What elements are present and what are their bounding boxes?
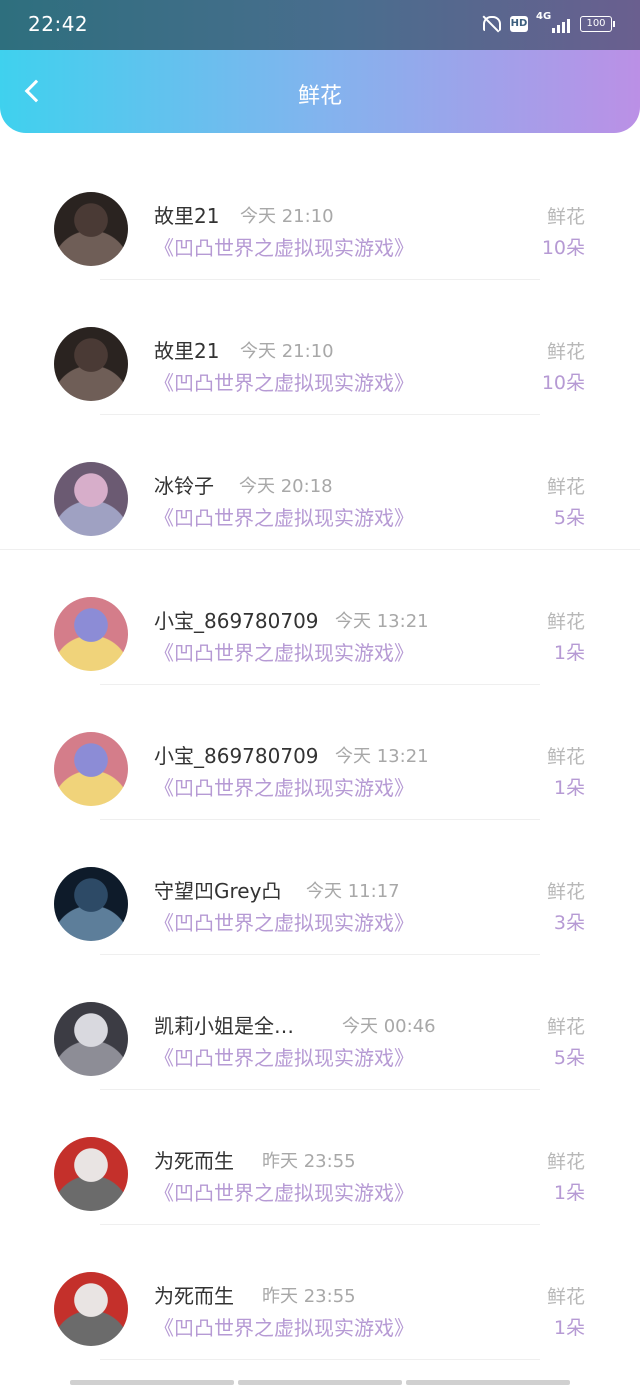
gift-count: 1朵 [553, 1317, 585, 1339]
gift-count: 5朵 [553, 507, 585, 529]
timestamp: 今天 13:21 [335, 746, 429, 767]
book-title[interactable]: 《凹凸世界之虚拟现实游戏》 [154, 502, 414, 531]
flower-record-list: 故里21 今天 21:10 《凹凸世界之虚拟现实游戏》 鲜花 10朵 故里21 … [0, 145, 640, 1360]
gift-label: 鲜花 [546, 611, 585, 633]
avatar[interactable] [54, 732, 128, 806]
book-title[interactable]: 《凹凸世界之虚拟现实游戏》 [154, 637, 414, 666]
gift-label: 鲜花 [546, 881, 585, 903]
book-title[interactable]: 《凹凸世界之虚拟现实游戏》 [154, 1177, 414, 1206]
book-title[interactable]: 《凹凸世界之虚拟现实游戏》 [154, 907, 414, 936]
user-name: 小宝_869780709 [154, 744, 319, 768]
hd-icon: HD [510, 16, 528, 32]
user-name: 守望凹Grey凸 [154, 879, 282, 903]
network-type: 4G [536, 11, 552, 22]
timestamp: 今天 00:46 [342, 1016, 436, 1037]
timestamp: 昨天 23:55 [262, 1151, 356, 1172]
user-name: 小宝_869780709 [154, 609, 319, 633]
timestamp: 今天 21:10 [240, 206, 334, 227]
divider [100, 1359, 540, 1360]
avatar[interactable] [54, 192, 128, 266]
gift-count: 1朵 [553, 777, 585, 799]
gift-label: 鲜花 [546, 341, 585, 363]
book-title[interactable]: 《凹凸世界之虚拟现实游戏》 [154, 232, 414, 261]
gift-label: 鲜花 [546, 1151, 585, 1173]
bottom-scroll-indicator [70, 1380, 570, 1385]
user-name: 凯莉小姐是全… [154, 1014, 294, 1038]
list-item[interactable]: 故里21 今天 21:10 《凹凸世界之虚拟现实游戏》 鲜花 10朵 [0, 145, 640, 280]
avatar[interactable] [54, 327, 128, 401]
timestamp: 今天 13:21 [335, 611, 429, 632]
list-item[interactable]: 冰铃子 今天 20:18 《凹凸世界之虚拟现实游戏》 鲜花 5朵 [0, 415, 640, 550]
avatar[interactable] [54, 597, 128, 671]
user-name: 冰铃子 [154, 474, 214, 498]
gift-count: 1朵 [553, 642, 585, 664]
book-title[interactable]: 《凹凸世界之虚拟现实游戏》 [154, 772, 414, 801]
timestamp: 昨天 23:55 [262, 1286, 356, 1307]
gift-label: 鲜花 [546, 476, 585, 498]
gift-count: 1朵 [553, 1182, 585, 1204]
gift-count: 10朵 [541, 372, 585, 394]
gift-count: 10朵 [541, 237, 585, 259]
list-item[interactable]: 故里21 今天 21:10 《凹凸世界之虚拟现实游戏》 鲜花 10朵 [0, 280, 640, 415]
avatar[interactable] [54, 462, 128, 536]
list-item[interactable]: 为死而生 昨天 23:55 《凹凸世界之虚拟现实游戏》 鲜花 1朵 [0, 1090, 640, 1225]
book-title[interactable]: 《凹凸世界之虚拟现实游戏》 [154, 1312, 414, 1341]
gift-count: 3朵 [553, 912, 585, 934]
battery-icon: 100 [580, 16, 615, 32]
status-icons: HD 4G 100 [480, 11, 615, 34]
page-title: 鲜花 [297, 84, 342, 109]
gift-count: 5朵 [553, 1047, 585, 1069]
user-name: 为死而生 [154, 1284, 234, 1308]
signal-icon: 4G [536, 11, 570, 33]
title-bar: 鲜花 [0, 50, 640, 133]
status-bar: 22:42 HD 4G 100 [0, 0, 640, 50]
gift-label: 鲜花 [546, 1016, 585, 1038]
status-time: 22:42 [28, 12, 89, 36]
list-item[interactable]: 小宝_869780709 今天 13:21 《凹凸世界之虚拟现实游戏》 鲜花 1… [0, 685, 640, 820]
timestamp: 今天 20:18 [239, 476, 333, 497]
avatar[interactable] [54, 867, 128, 941]
list-item[interactable]: 小宝_869780709 今天 13:21 《凹凸世界之虚拟现实游戏》 鲜花 1… [0, 550, 640, 685]
avatar[interactable] [54, 1272, 128, 1346]
user-name: 故里21 [154, 339, 220, 363]
book-title[interactable]: 《凹凸世界之虚拟现实游戏》 [154, 367, 414, 396]
gift-label: 鲜花 [546, 1286, 585, 1308]
avatar[interactable] [54, 1002, 128, 1076]
avatar[interactable] [54, 1137, 128, 1211]
user-name: 为死而生 [154, 1149, 234, 1173]
timestamp: 今天 11:17 [306, 881, 400, 902]
list-item[interactable]: 为死而生 昨天 23:55 《凹凸世界之虚拟现实游戏》 鲜花 1朵 [0, 1225, 640, 1360]
gift-label: 鲜花 [546, 206, 585, 228]
list-item[interactable]: 凯莉小姐是全… 今天 00:46 《凹凸世界之虚拟现实游戏》 鲜花 5朵 [0, 955, 640, 1090]
mute-bell-icon [480, 14, 501, 34]
list-item[interactable]: 守望凹Grey凸 今天 11:17 《凹凸世界之虚拟现实游戏》 鲜花 3朵 [0, 820, 640, 955]
book-title[interactable]: 《凹凸世界之虚拟现实游戏》 [154, 1042, 414, 1071]
gift-label: 鲜花 [546, 746, 585, 768]
user-name: 故里21 [154, 204, 220, 228]
timestamp: 今天 21:10 [240, 341, 334, 362]
